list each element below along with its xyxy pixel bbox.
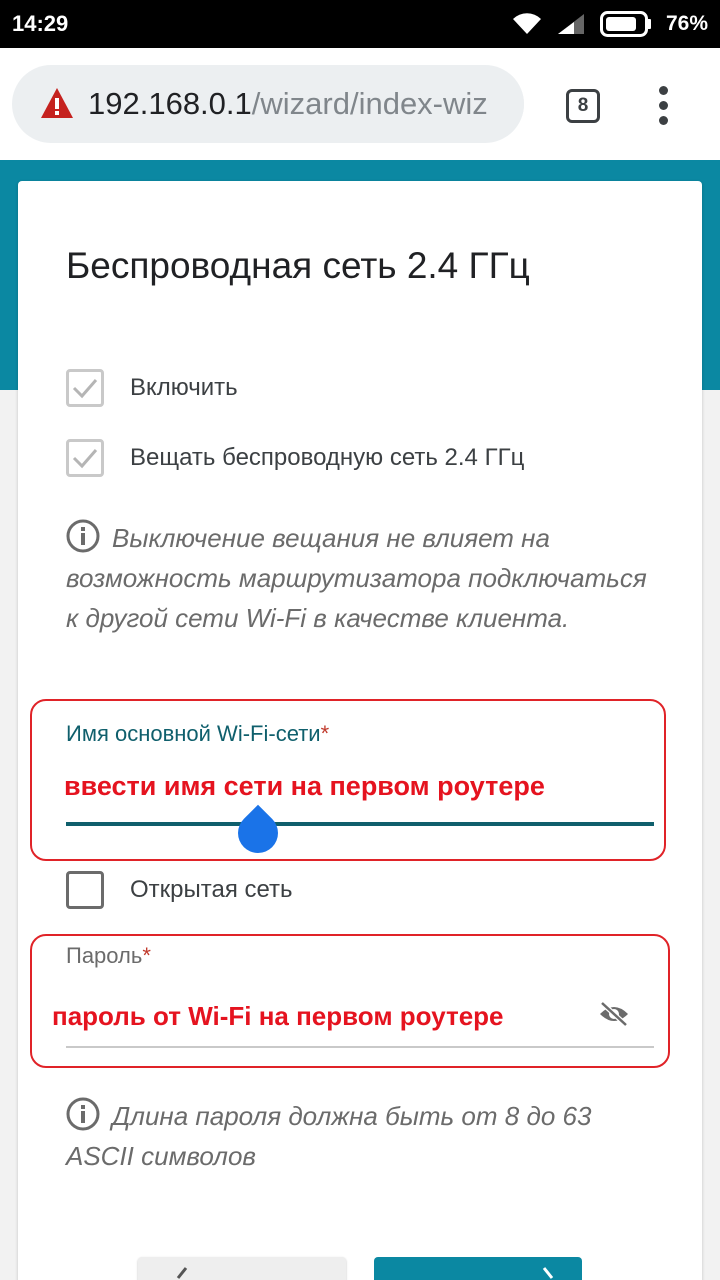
url-text[interactable]: 192.168.0.1/wizard/index-wiz	[88, 86, 488, 122]
enable-checkbox-row[interactable]: Включить	[66, 368, 238, 408]
status-time: 14:29	[12, 11, 69, 36]
back-button[interactable]	[138, 1257, 346, 1280]
enable-checkbox[interactable]	[66, 369, 104, 407]
info-icon	[66, 519, 100, 553]
password-info: Длина пароля должна быть от 8 до 63 ASCI…	[66, 1096, 656, 1176]
page-title: Беспроводная сеть 2.4 ГГц	[66, 245, 530, 286]
broadcast-info: Выключение вещания не влияет на возможно…	[66, 518, 656, 638]
info-icon	[66, 1097, 100, 1131]
chevron-left-icon	[176, 1267, 188, 1279]
password-callout-frame	[30, 934, 670, 1068]
open-network-checkbox[interactable]	[66, 871, 104, 909]
tab-switcher-button[interactable]: 8	[566, 89, 600, 123]
battery-icon	[599, 11, 651, 37]
checkmark-icon	[72, 449, 98, 469]
enable-label: Включить	[130, 374, 238, 401]
open-network-checkbox-row[interactable]: Открытая сеть	[66, 870, 293, 910]
url-host: 192.168.0.1	[88, 86, 252, 121]
battery-percent: 76%	[665, 12, 708, 35]
browser-toolbar: 192.168.0.1/wizard/index-wiz 8	[0, 48, 720, 160]
address-bar[interactable]: 192.168.0.1/wizard/index-wiz	[12, 65, 524, 143]
url-fade	[494, 65, 524, 143]
status-bar: 14:29 76%	[0, 0, 720, 48]
overflow-menu-icon[interactable]	[650, 84, 678, 128]
checkmark-icon	[72, 379, 98, 399]
chevron-right-icon	[542, 1267, 554, 1279]
wifi-icon	[512, 13, 541, 35]
broadcast-label: Вещать беспроводную сеть 2.4 ГГц	[130, 444, 525, 471]
wizard-card: Беспроводная сеть 2.4 ГГц Включить Вещат…	[18, 181, 702, 1280]
signal-icon	[557, 14, 584, 34]
open-network-label: Открытая сеть	[130, 876, 293, 903]
not-secure-warning-icon[interactable]	[40, 87, 74, 119]
status-icons: 76%	[512, 10, 708, 38]
url-path: /wizard/index-wiz	[251, 86, 488, 121]
broadcast-checkbox[interactable]	[66, 439, 104, 477]
broadcast-checkbox-row[interactable]: Вещать беспроводную сеть 2.4 ГГц	[66, 438, 524, 478]
ssid-callout-frame	[30, 699, 666, 861]
broadcast-info-text: Выключение вещания не влияет на возможно…	[66, 523, 647, 633]
password-info-text: Длина пароля должна быть от 8 до 63 ASCI…	[66, 1101, 592, 1171]
next-button[interactable]	[374, 1257, 582, 1280]
